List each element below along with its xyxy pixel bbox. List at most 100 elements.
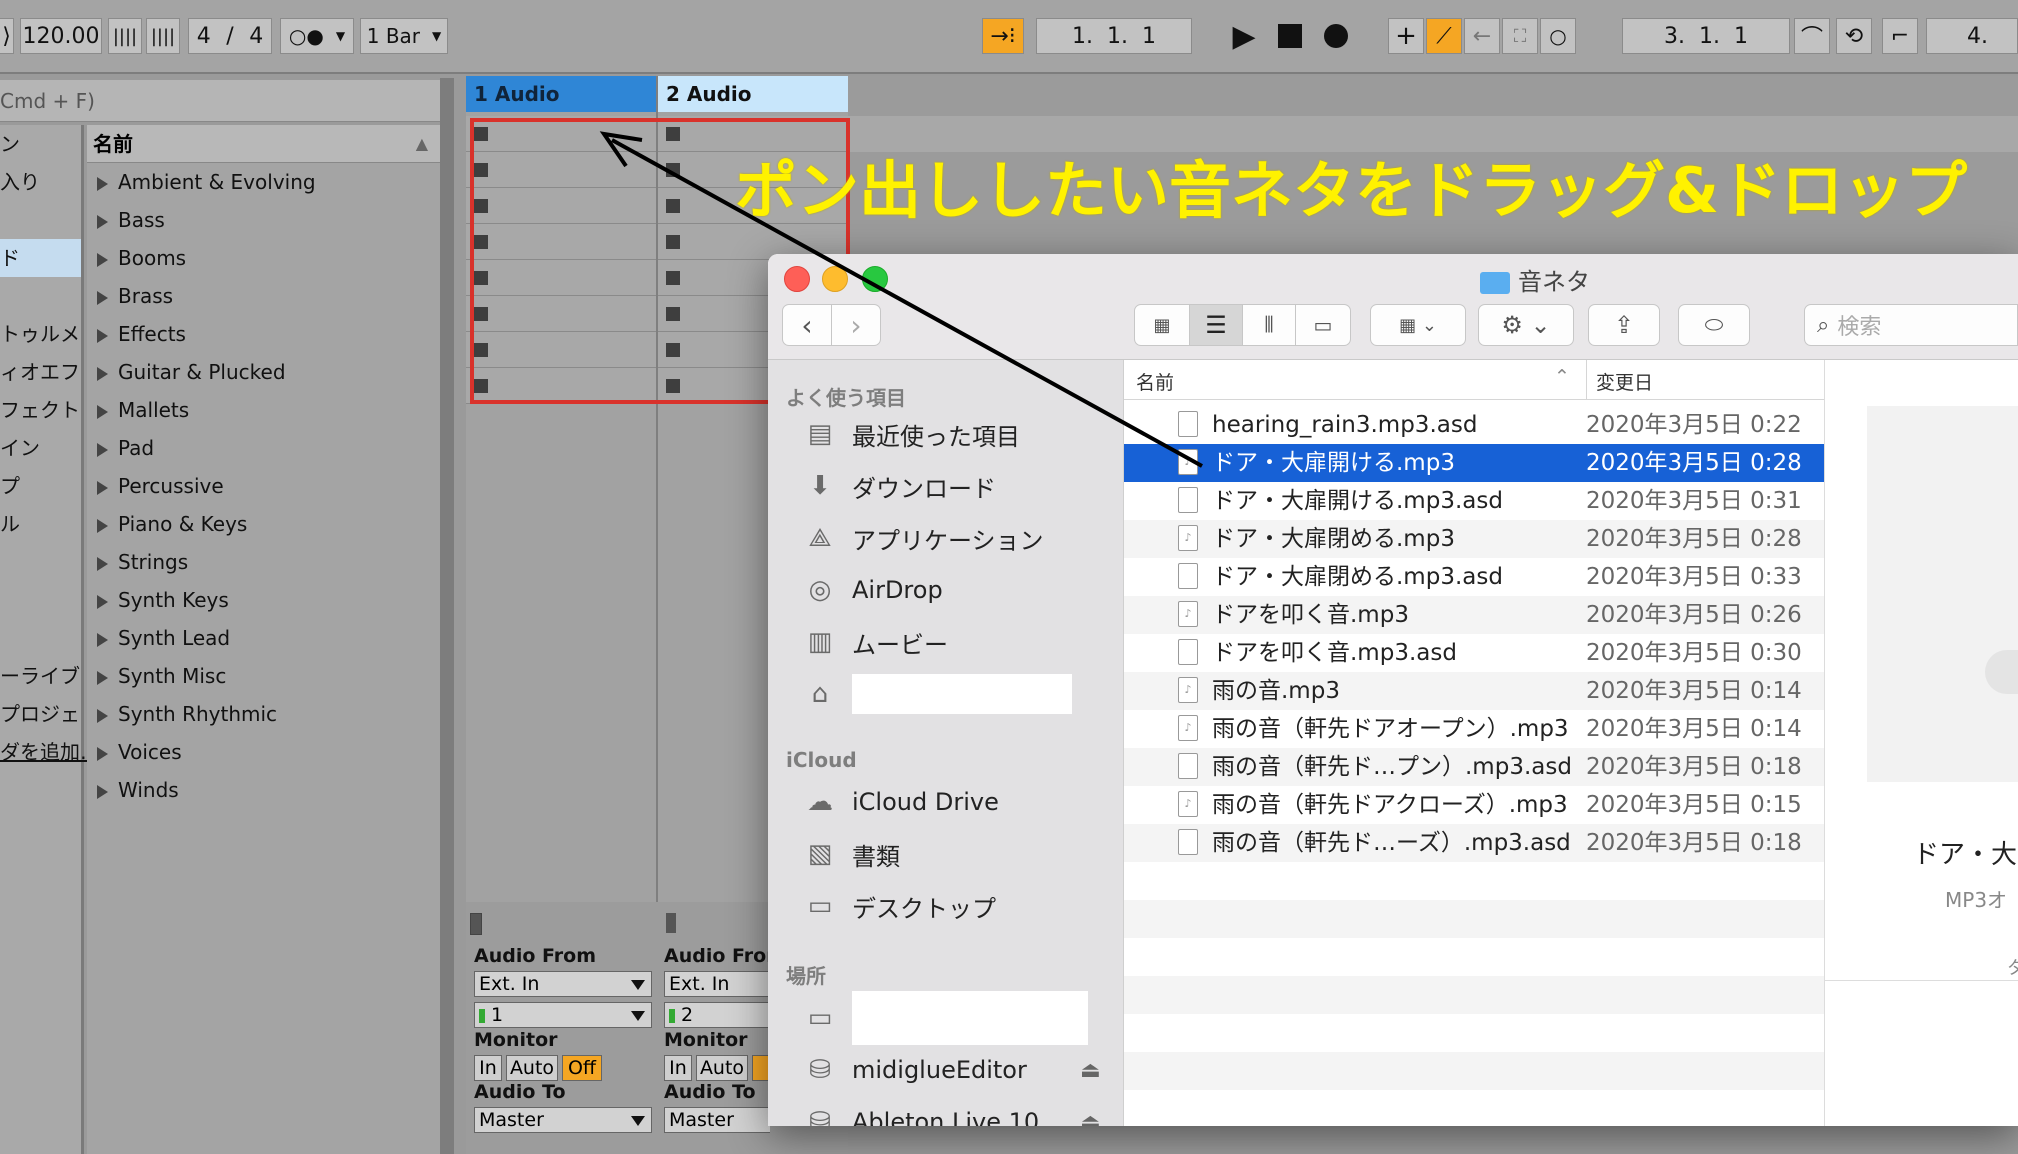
file-row[interactable]: ♪ ドア・大扉閉める.mp3 2020年3月5日 0:28 <box>1124 520 1824 558</box>
disclosure-triangle-icon[interactable] <box>97 670 108 685</box>
track-2-monitor-in[interactable]: In <box>664 1055 692 1081</box>
disclosure-triangle-icon[interactable] <box>97 594 108 609</box>
file-row[interactable]: 雨の音（軒先ド…プン）.mp3.asd 2020年3月5日 0:18 <box>1124 748 1824 786</box>
quantize-select[interactable]: 1 Bar ▼ <box>360 18 448 54</box>
disclosure-triangle-icon[interactable] <box>97 176 108 191</box>
disclosure-triangle-icon[interactable] <box>97 328 108 343</box>
sidebar-item-favorite[interactable]: ◎ AirDrop <box>802 568 943 612</box>
minimize-icon[interactable] <box>822 266 848 292</box>
back-to-arrangement-icon[interactable]: ← <box>1464 18 1500 54</box>
arrangement-position[interactable]: 1. 1. 1 <box>1036 18 1192 54</box>
eject-icon[interactable]: ⏏ <box>1080 1058 1101 1083</box>
back-chevron-icon[interactable]: ‹ <box>782 304 832 346</box>
stop-icon[interactable] <box>1272 18 1308 54</box>
disclosure-triangle-icon[interactable] <box>97 290 108 305</box>
browser-category-item[interactable]: Percussive <box>87 467 224 505</box>
file-row[interactable]: ♪ ドアを叩く音.mp3 2020年3月5日 0:26 <box>1124 596 1824 634</box>
disclosure-triangle-icon[interactable] <box>97 214 108 229</box>
disclosure-triangle-icon[interactable] <box>97 518 108 533</box>
disclosure-triangle-icon[interactable] <box>97 632 108 647</box>
track-2-monitor-auto[interactable]: Auto <box>696 1055 748 1081</box>
sidebar-item-icloud[interactable]: ▧ 書類 <box>802 832 900 876</box>
browser-category-item[interactable]: Voices <box>87 733 182 771</box>
track-2-stop-clip-icon[interactable] <box>666 913 676 933</box>
column-view-icon[interactable]: ⫴ <box>1242 304 1296 346</box>
place-item[interactable]: ダを追加… <box>0 733 100 771</box>
close-icon[interactable] <box>784 266 810 292</box>
browser-category-item[interactable]: Synth Keys <box>87 581 229 619</box>
play-icon[interactable]: ▶ <box>1226 18 1262 54</box>
browser-category-item[interactable]: Brass <box>87 277 173 315</box>
browser-category-item[interactable]: Guitar & Plucked <box>87 353 286 391</box>
track-2-output-select[interactable]: Master <box>664 1107 770 1133</box>
track-1-channel-select[interactable]: 1 <box>474 1002 652 1028</box>
browser-category-item[interactable]: Effects <box>87 315 186 353</box>
disclosure-triangle-icon[interactable] <box>97 746 108 761</box>
place-item[interactable]: フェクト <box>0 391 80 429</box>
gallery-view-icon[interactable]: ▭ <box>1295 304 1351 346</box>
time-signature[interactable]: 4 / 4 <box>188 18 272 54</box>
session-record-icon[interactable]: ○ <box>1540 18 1576 54</box>
place-item[interactable]: 入り <box>0 163 40 201</box>
browser-category-item[interactable]: Synth Misc <box>87 657 226 695</box>
track-2-header[interactable]: 2 Audio <box>658 76 848 112</box>
browser-category-item[interactable]: Synth Rhythmic <box>87 695 277 733</box>
track-1-monitor-in[interactable]: In <box>474 1055 502 1081</box>
share-icon[interactable]: ⇪ <box>1588 304 1660 346</box>
browser-category-item[interactable]: Piano & Keys <box>87 505 247 543</box>
group-by-icon[interactable]: ▦ ⌄ <box>1370 304 1466 346</box>
sidebar-item-location[interactable]: ⛁ midiglueEditor ⏏ <box>802 1048 1101 1092</box>
file-row[interactable]: ♪ 雨の音（軒先ドアクローズ）.mp3 2020年3月5日 0:15 <box>1124 786 1824 824</box>
disclosure-triangle-icon[interactable] <box>97 366 108 381</box>
browser-category-item[interactable]: Pad <box>87 429 154 467</box>
zoom-icon[interactable] <box>862 266 888 292</box>
sidebar-item-favorite[interactable]: ▥ ムービー <box>802 620 948 664</box>
browser-category-item[interactable]: Bass <box>87 201 165 239</box>
place-item[interactable]: イン <box>0 429 40 467</box>
nudge-up-icon[interactable]: |||| <box>146 18 180 54</box>
capture-midi-icon[interactable]: ⛶ <box>1502 18 1538 54</box>
browser-category-item[interactable]: Ambient & Evolving <box>87 163 316 201</box>
follow-button[interactable]: →⁝ <box>982 18 1024 54</box>
sidebar-item-favorite[interactable]: ⟁ アプリケーション <box>802 516 1043 560</box>
place-item[interactable]: ル <box>0 505 20 543</box>
place-item[interactable]: トゥルメ <box>0 315 80 353</box>
file-row[interactable]: ♪ 雨の音.mp3 2020年3月5日 0:14 <box>1124 672 1824 710</box>
place-item[interactable]: ィオエフ <box>0 353 80 391</box>
disclosure-triangle-icon[interactable] <box>97 404 108 419</box>
browser-category-item[interactable]: Booms <box>87 239 186 277</box>
file-row[interactable]: 雨の音（軒先ド…ーズ）.mp3.asd 2020年3月5日 0:18 <box>1124 824 1824 862</box>
loop-switch-icon[interactable]: ⟲ <box>1836 18 1872 54</box>
tag-icon[interactable]: ⬭ <box>1678 304 1750 346</box>
tempo-field[interactable]: 120.00 <box>20 18 102 54</box>
overdub-plus-icon[interactable]: + <box>1388 18 1424 54</box>
place-item[interactable]: ド <box>0 239 81 277</box>
sidebar-item-favorite[interactable]: ▤ 最近使った項目 <box>802 412 1020 456</box>
browser-category-item[interactable]: Mallets <box>87 391 189 429</box>
track-1-output-select[interactable]: Master <box>474 1107 652 1133</box>
browser-category-item[interactable]: Synth Lead <box>87 619 230 657</box>
track-1-stop-clip-icon[interactable] <box>470 913 482 935</box>
place-item[interactable]: プ <box>0 467 20 505</box>
browser-search-hint[interactable]: Cmd + F) <box>0 80 440 122</box>
sidebar-item-icloud[interactable]: ▭ デスクトップ <box>802 884 996 928</box>
file-row[interactable]: ドア・大扉閉める.mp3.asd 2020年3月5日 0:33 <box>1124 558 1824 596</box>
place-item[interactable]: ーライブ <box>0 657 80 695</box>
file-row[interactable]: ♪ 雨の音（軒先ドアオープン）.mp3 2020年3月5日 0:14 <box>1124 710 1824 748</box>
track-1-monitor-auto[interactable]: Auto <box>506 1055 558 1081</box>
loop-start[interactable]: 3. 1. 1 <box>1622 18 1790 54</box>
forward-chevron-icon[interactable]: › <box>831 304 881 346</box>
track-2-channel-select[interactable]: 2 <box>664 1002 770 1028</box>
sidebar-item-icloud[interactable]: ☁ iCloud Drive <box>802 780 999 824</box>
browser-splitter[interactable] <box>440 78 454 1154</box>
file-row[interactable]: ドアを叩く音.mp3.asd 2020年3月5日 0:30 <box>1124 634 1824 672</box>
browser-category-item[interactable]: Strings <box>87 543 188 581</box>
disclosure-triangle-icon[interactable] <box>97 784 108 799</box>
disclosure-triangle-icon[interactable] <box>97 556 108 571</box>
eject-icon[interactable]: ⏏ <box>1080 1110 1101 1127</box>
place-item[interactable]: ン <box>0 125 20 163</box>
track-1-monitor-off[interactable]: Off <box>562 1055 602 1081</box>
automation-arm-icon[interactable]: ⟋ <box>1426 18 1462 54</box>
browser-list-header[interactable]: 名前 ▲ <box>87 125 440 163</box>
column-name-header[interactable]: 名前 <box>1136 368 1174 395</box>
